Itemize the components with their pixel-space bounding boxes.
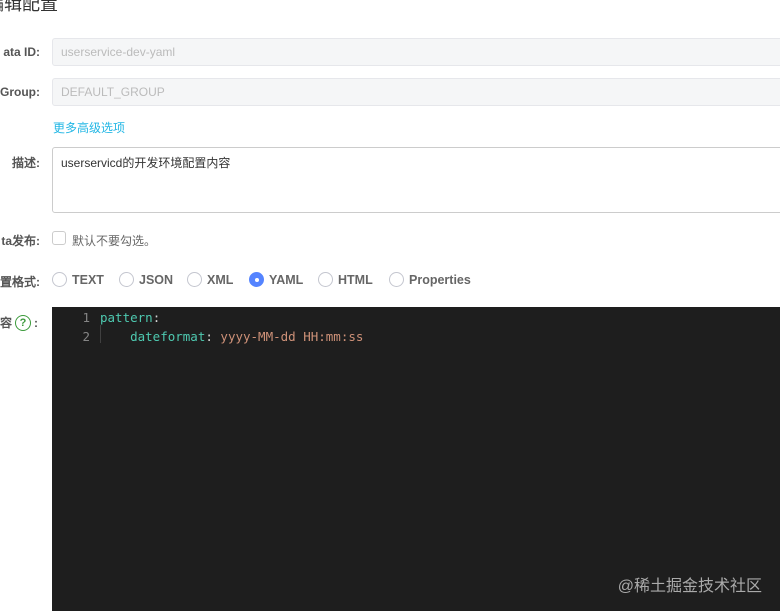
line-number: 2 [82,329,90,344]
group-label: Group: [0,85,40,99]
yaml-sep: : [152,310,161,325]
radio-label: YAML [269,272,304,287]
yaml-sep: : [205,329,221,344]
code-line: dateformat: yyyy-MM-dd HH:mm:ss [100,329,363,344]
group-input[interactable]: DEFAULT_GROUP [52,78,780,106]
watermark: @稀土掘金技术社区 [617,578,762,595]
yaml-key: dateformat [100,329,206,344]
help-icon[interactable]: ? [15,314,32,331]
yaml-key: pattern [100,310,153,325]
advanced-options-link[interactable]: 更多高级选项 [53,119,125,136]
data-id-label: ata ID: [3,45,40,59]
content-label-text: 容 [0,316,13,330]
radio-label: XML [207,272,234,287]
format-radio-json[interactable]: JSON [119,272,173,287]
data-id-input[interactable]: userservice-dev-yaml [52,38,780,66]
code-line: pattern: [100,310,160,325]
description-textarea[interactable]: userservicd的开发环境配置内容 [52,147,780,213]
radio-label: JSON [139,272,174,287]
code-editor[interactable]: 1 pattern: 2 dateformat: yyyy-MM-dd HH:m… [52,307,780,611]
description-label: 描述: [12,156,40,170]
format-radio-html[interactable]: HTML [318,272,373,287]
format-radio-xml[interactable]: XML [187,272,233,287]
page-title: 编辑配置 [0,0,58,14]
beta-label: ta发布: [1,234,40,248]
radio-label: Properties [409,272,471,287]
colon: : [34,315,39,330]
format-label: 置格式: [0,275,40,289]
beta-checkbox-label: 默认不要勾选。 [72,234,157,248]
yaml-value: yyyy-MM-dd HH:mm:ss [220,329,364,344]
format-radio-properties[interactable]: Properties [389,272,471,287]
line-number: 1 [82,310,90,325]
content-label: 容 ? : [0,314,38,331]
radio-label: HTML [338,272,373,287]
format-radio-yaml[interactable]: YAML [249,272,303,287]
radio-label: TEXT [72,272,104,287]
beta-checkbox[interactable] [52,231,66,245]
format-radio-text[interactable]: TEXT [52,272,104,287]
